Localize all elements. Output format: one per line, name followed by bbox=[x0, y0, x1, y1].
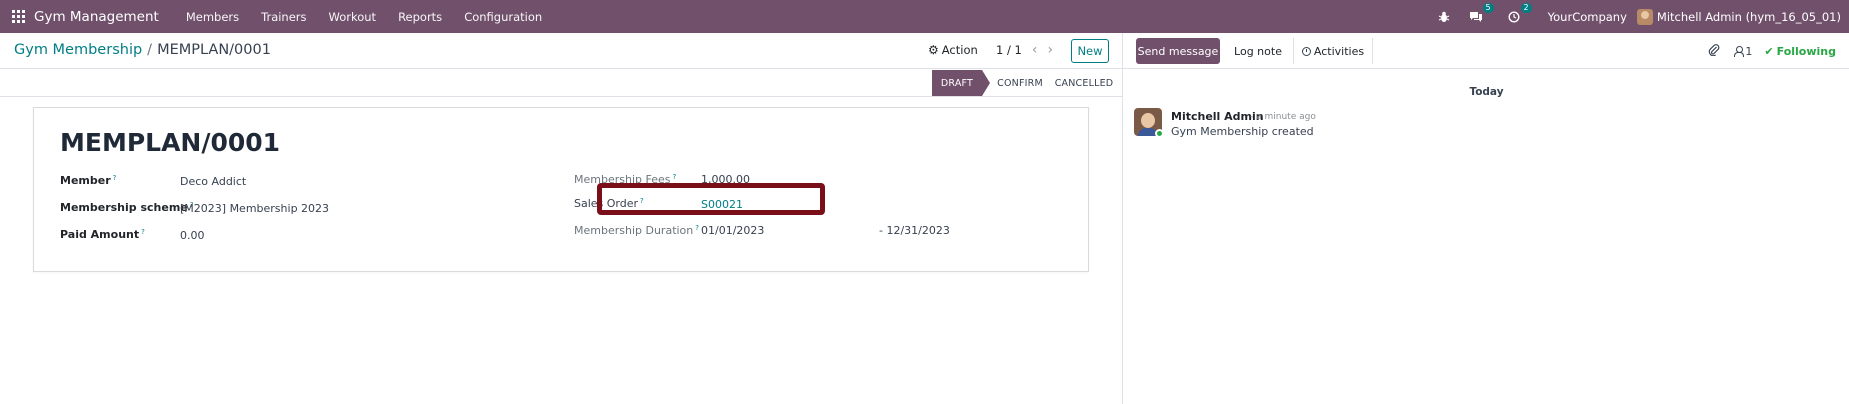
messages-badge: 5 bbox=[1482, 2, 1494, 13]
company-switcher[interactable]: YourCompany bbox=[1548, 10, 1627, 24]
paperclip-icon[interactable] bbox=[1708, 43, 1720, 59]
menu-reports[interactable]: Reports bbox=[398, 10, 442, 24]
record-title: MEMPLAN/0001 bbox=[60, 128, 281, 157]
menu-members[interactable]: Members bbox=[186, 10, 239, 24]
stage-cancelled[interactable]: CANCELLED bbox=[1052, 70, 1116, 96]
log-note-button[interactable]: Log note bbox=[1225, 38, 1291, 64]
breadcrumb-separator: / bbox=[147, 42, 153, 58]
menu-trainers[interactable]: Trainers bbox=[261, 10, 306, 24]
date-separator: Today bbox=[1469, 86, 1504, 98]
breadcrumb: Gym Membership / MEMPLAN/0001 bbox=[14, 42, 271, 58]
duration-help-icon[interactable]: ? bbox=[695, 224, 699, 232]
control-panel: Gym Membership / MEMPLAN/0001 ⚙ Action 1 /… bbox=[0, 33, 1122, 69]
paid-help-icon[interactable]: ? bbox=[141, 228, 145, 236]
activities-button[interactable]: Activities bbox=[1293, 38, 1373, 64]
member-label: Member? bbox=[60, 174, 117, 187]
statusbar-row: DRAFT CONFIRM CANCELLED bbox=[0, 70, 1122, 97]
chevron-right-icon[interactable]: › bbox=[1047, 43, 1053, 57]
bug-icon[interactable] bbox=[1436, 9, 1452, 25]
stage-confirm[interactable]: CONFIRM bbox=[982, 70, 1052, 96]
paid-amount-label: Paid Amount? bbox=[60, 228, 145, 241]
activities-badge: 2 bbox=[1520, 2, 1532, 13]
online-status-icon bbox=[1155, 129, 1164, 138]
chatter: Send message Log note Activities 1 ✔ Foll… bbox=[1122, 33, 1849, 404]
statusbar: DRAFT CONFIRM CANCELLED bbox=[932, 70, 1116, 96]
paid-amount-field[interactable]: 0.00 bbox=[180, 229, 205, 242]
top-navbar: Gym Management Members Trainers Workout … bbox=[0, 0, 1849, 33]
pager-value[interactable]: 1 / 1 bbox=[996, 43, 1022, 57]
activities-clock-icon[interactable]: 2 bbox=[1506, 2, 1532, 25]
chevron-left-icon[interactable]: ‹ bbox=[1032, 43, 1038, 57]
following-button[interactable]: ✔ Following bbox=[1764, 45, 1836, 58]
user-menu[interactable]: Mitchell Admin (hym_16_05_01) bbox=[1657, 10, 1841, 24]
duration-start-field[interactable]: 01/01/2023 bbox=[701, 224, 764, 237]
sales-order-highlight bbox=[597, 183, 825, 215]
menu-configuration[interactable]: Configuration bbox=[464, 10, 542, 24]
fees-help-icon[interactable]: ? bbox=[672, 173, 676, 181]
new-button[interactable]: New bbox=[1071, 39, 1109, 63]
user-avatar[interactable] bbox=[1636, 8, 1653, 25]
action-label: Action bbox=[941, 43, 978, 57]
form-sheet: MEMPLAN/0001 Member? Deco Addict Members… bbox=[33, 107, 1089, 272]
stage-draft[interactable]: DRAFT bbox=[932, 70, 990, 96]
member-help-icon[interactable]: ? bbox=[113, 174, 117, 182]
apps-menu-icon[interactable] bbox=[4, 0, 32, 33]
app-title[interactable]: Gym Management bbox=[34, 9, 159, 25]
followers-button[interactable]: 1 bbox=[1734, 45, 1752, 58]
scheme-field[interactable]: [M2023] Membership 2023 bbox=[180, 202, 329, 215]
activities-label: Activities bbox=[1313, 44, 1365, 58]
check-icon: ✔ bbox=[1764, 44, 1774, 58]
message-time: - a minute ago bbox=[1250, 112, 1316, 122]
messages-icon[interactable]: 5 bbox=[1468, 2, 1494, 25]
person-icon bbox=[1734, 46, 1745, 57]
followers-count: 1 bbox=[1745, 44, 1753, 58]
message-body: Gym Membership created bbox=[1171, 125, 1314, 138]
chatter-topbar: Send message Log note Activities 1 ✔ Foll… bbox=[1123, 33, 1849, 69]
pager: 1 / 1 ‹ › bbox=[996, 43, 1053, 58]
menu-workout[interactable]: Workout bbox=[329, 10, 377, 24]
duration-end-field[interactable]: - 12/31/2023 bbox=[879, 224, 950, 237]
action-button[interactable]: ⚙ Action bbox=[928, 43, 978, 57]
send-message-button[interactable]: Send message bbox=[1136, 38, 1220, 64]
scheme-label: Membership scheme? bbox=[60, 201, 194, 214]
clock-icon bbox=[1301, 46, 1311, 56]
member-field[interactable]: Deco Addict bbox=[180, 175, 246, 188]
duration-label: Membership Duration? bbox=[574, 224, 699, 237]
gear-icon: ⚙ bbox=[928, 43, 939, 57]
breadcrumb-current: MEMPLAN/0001 bbox=[157, 42, 271, 58]
following-label: Following bbox=[1776, 44, 1836, 58]
breadcrumb-parent[interactable]: Gym Membership bbox=[14, 42, 142, 58]
